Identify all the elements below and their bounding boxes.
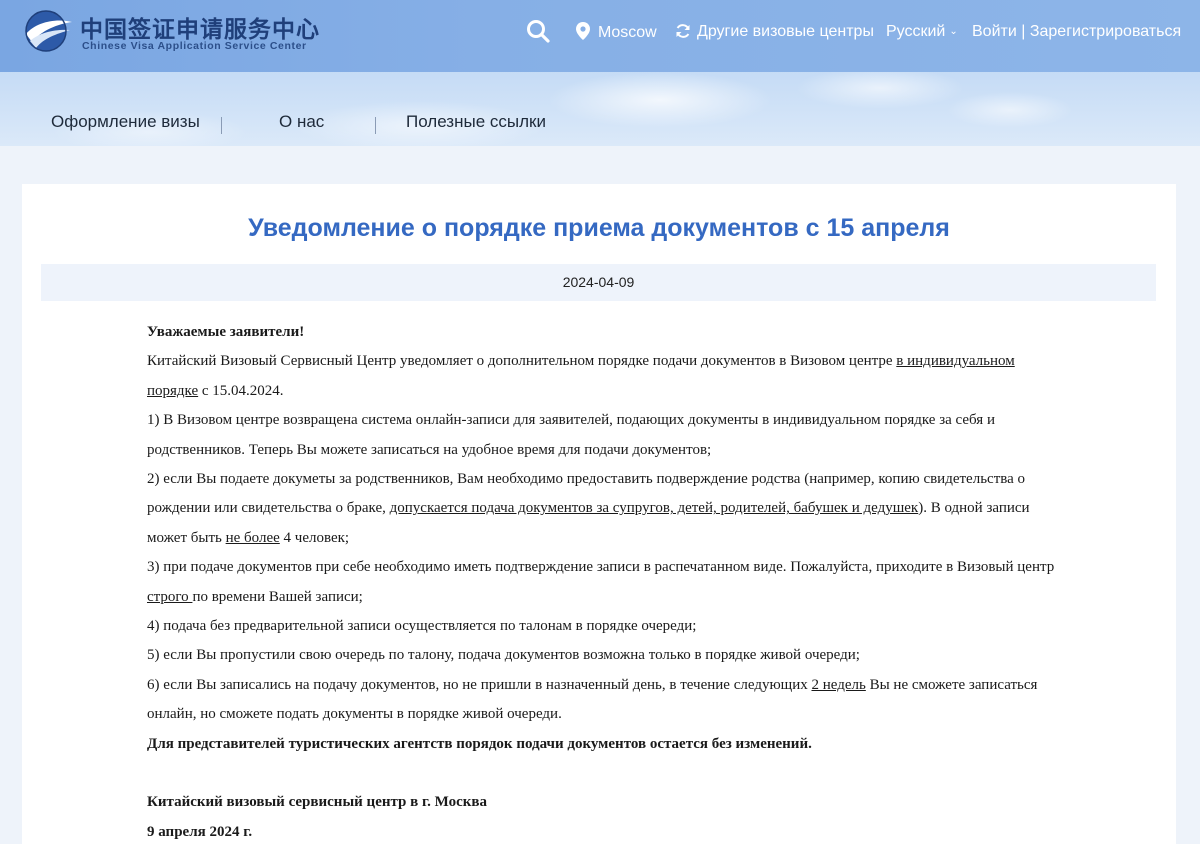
auth-separator: | [1021,23,1026,40]
search-button[interactable] [525,18,551,44]
logo-chinese-text: 中国签证申请服务中心 [80,16,320,43]
top-bar: 中国签证申请服务中心 Chinese Visa Application Serv… [0,0,1200,72]
greeting: Уважаемые заявители! [147,324,305,340]
logo-english-text: Chinese Visa Application Service Center [82,40,307,52]
location-selector[interactable]: Moscow [576,22,657,43]
nav-item-visa[interactable]: Оформление визы [51,112,200,132]
paragraph-3: 3) при подаче документов при себе необхо… [147,559,1055,605]
chevron-down-icon: ⌄ [949,26,958,37]
register-link[interactable]: Зарегистрироваться [1030,23,1181,40]
article-body: Уважаемые заявители! Китайский Визовый С… [147,318,1057,844]
map-pin-icon [576,22,590,40]
search-icon [527,20,550,43]
article-card: Уведомление о порядке приема документов … [22,184,1176,844]
paragraph-4: 4) подача без предварительной записи осу… [147,618,697,635]
other-centers-link[interactable]: Другие визовые центры [675,22,874,42]
login-link[interactable]: Войти [972,23,1017,40]
nav-item-links[interactable]: Полезные ссылки [406,112,546,132]
publish-date: 2024-04-09 [41,264,1156,301]
logo-globe-icon [25,10,72,52]
language-label: Русский [886,23,946,40]
nav-divider [221,117,222,134]
signature: Китайский визовый сервисный центр в г. М… [147,794,487,811]
sync-icon [676,24,690,38]
agencies-note: Для представителей туристических агентст… [147,735,812,752]
signature-date: 9 апреля 2024 г. [147,823,253,840]
paragraph-intro: Китайский Визовый Сервисный Центр уведом… [147,353,1015,399]
nav-divider [375,117,376,134]
page-title: Уведомление о порядке приема документов … [248,214,950,242]
paragraph-5: 5) если Вы пропустили свою очередь по та… [147,647,860,664]
logo[interactable]: 中国签证申请服务中心 Chinese Visa Application Serv… [22,8,319,58]
location-label: Moscow [598,24,657,41]
paragraph-2: 2) если Вы подаете докуметы за родственн… [147,471,1030,546]
paragraph-6: 6) если Вы записались на подачу документ… [147,676,1038,723]
paragraph-1: 1) В Визовом центре возвращена система о… [147,412,995,458]
other-centers-label: Другие визовые центры [697,23,874,40]
nav-item-about[interactable]: О нас [279,112,324,132]
site-header: 中国签证申请服务中心 Chinese Visa Application Serv… [0,0,1200,146]
language-selector[interactable]: Русский ⌄ [886,22,958,42]
auth-links: Войти | Зарегистрироваться [972,22,1181,42]
